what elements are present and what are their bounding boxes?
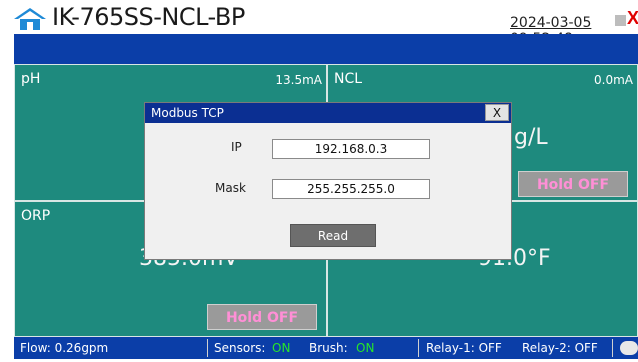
read-button[interactable]: Read [290, 224, 376, 247]
panel-current: 0.0mA [594, 73, 633, 87]
mask-label: Mask [215, 181, 246, 195]
panel-value: g/L [514, 125, 548, 150]
divider [612, 339, 613, 357]
ip-label: IP [231, 140, 242, 154]
header-band [14, 34, 638, 64]
brush-status: ON [356, 341, 375, 355]
mask-field[interactable]: 255.255.255.0 [272, 179, 430, 199]
status-bar: Flow: 0.26gpm Sensors: ON Brush: ON Rela… [14, 337, 638, 359]
dialog-title: Modbus TCP [151, 106, 224, 120]
panel-current: 13.5mA [275, 73, 322, 87]
ip-field[interactable]: 192.168.0.3 [272, 139, 430, 159]
modbus-dialog: Modbus TCP X IP 192.168.0.3 Mask 255.255… [144, 102, 512, 260]
device-title: IK-765SS-NCL-BP [52, 3, 245, 31]
brush-label: Brush: [309, 341, 348, 355]
sensors-status: ON [272, 341, 291, 355]
dialog-close-button[interactable]: X [485, 104, 509, 121]
relay-2-status: Relay-2: OFF [522, 341, 598, 355]
hold-button[interactable]: Hold OFF [518, 171, 628, 197]
panel-name: ORP [21, 208, 51, 224]
panel-name: pH [21, 71, 41, 87]
divider [418, 339, 419, 357]
close-icon[interactable]: X [627, 8, 638, 29]
app-frame: IK-765SS-NCL-BP 2024-03-05 09:52:48 X pH… [8, 0, 638, 362]
home-icon[interactable] [14, 8, 46, 30]
sensors-label: Sensors: [214, 341, 266, 355]
dialog-title-bar: Modbus TCP X [145, 103, 511, 123]
title-bar: IK-765SS-NCL-BP 2024-03-05 09:52:48 X [8, 0, 638, 47]
relay-1-status: Relay-1: OFF [426, 341, 502, 355]
hold-button[interactable]: Hold OFF [207, 304, 317, 330]
window-icon[interactable] [615, 15, 626, 26]
panel-name: NCL [334, 71, 363, 87]
toggle-icon[interactable] [620, 341, 638, 355]
flow-readout: Flow: 0.26gpm [20, 341, 109, 355]
divider [207, 339, 208, 357]
